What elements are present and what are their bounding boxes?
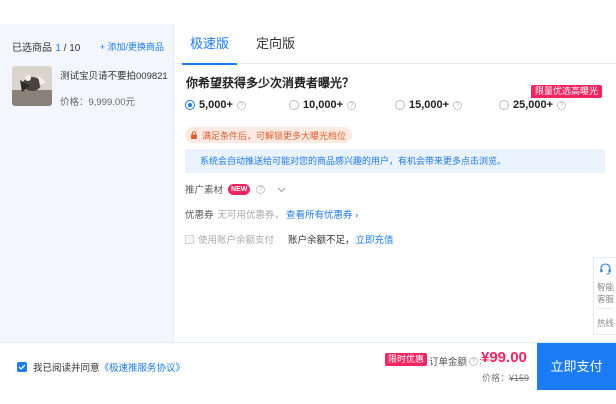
chevron-down-icon[interactable]	[277, 185, 286, 194]
add-change-product-link[interactable]: + 添加/更换商品	[100, 40, 164, 53]
help-icon[interactable]: ?	[557, 100, 567, 110]
selected-count: 已选商品 1 / 10	[12, 39, 80, 54]
product-thumbnail	[12, 66, 52, 106]
hotline-button[interactable]: 热线	[594, 318, 616, 329]
option-label: 10,000+	[303, 99, 344, 111]
agreement-text: 我已阅读并同意	[33, 363, 100, 374]
help-icon[interactable]: ?	[347, 100, 357, 110]
dialog: 已选商品 1 / 10 + 添加/更换商品 测试宝贝请不要拍009821 价格：…	[0, 0, 616, 404]
selected-products-header: 已选商品 1 / 10 + 添加/更换商品	[12, 38, 164, 54]
product-price: 价格：9,999.00元	[60, 97, 135, 108]
check-icon	[18, 364, 26, 370]
promo-material-label: 推广素材	[185, 185, 224, 196]
exposure-option-15000[interactable]: 15,000+ ?	[395, 97, 463, 113]
balance-insufficient-text: 账户余额不足，	[288, 235, 355, 246]
new-badge: NEW	[228, 183, 251, 195]
selected-label: 已选商品	[12, 42, 52, 54]
help-icon[interactable]: ?	[256, 184, 266, 194]
selected-products-panel: 已选商品 1 / 10 + 添加/更换商品 测试宝贝请不要拍009821 价格：…	[0, 24, 174, 342]
service-agreement-link[interactable]: 《极速推服务协议》	[100, 360, 186, 374]
original-price-value: ¥159	[509, 373, 530, 383]
checkout-bar: 我已阅读并同意 《极速推服务协议》 限时优惠 订单金额 ? : ¥99.00 价…	[0, 342, 616, 390]
help-icon[interactable]: ?	[469, 356, 479, 366]
agreement-checkbox[interactable]	[17, 362, 27, 372]
help-icon[interactable]: ?	[453, 100, 463, 110]
info-text: 系统会自动推送给可能对您的商品感兴趣的用户，有机会带来更多点击浏览。	[200, 156, 507, 166]
agreement-row[interactable]: 我已阅读并同意 《极速推服务协议》	[17, 360, 185, 374]
original-price-label: 价格：	[482, 373, 510, 383]
headset-icon[interactable]	[599, 262, 612, 275]
bottom-margin	[0, 390, 616, 404]
smart-service-line2[interactable]: 客服	[594, 294, 616, 305]
help-icon[interactable]: ?	[236, 100, 246, 110]
exposure-option-25000[interactable]: 25,000+ ?	[499, 97, 567, 113]
exposure-option-10000[interactable]: 10,000+ ?	[289, 97, 357, 113]
tab-express[interactable]: 极速版	[181, 24, 238, 65]
coupon-row: 优惠券 无可用优惠券， 查看所有优惠券 ›	[185, 207, 358, 221]
balance-checkbox-disabled	[185, 234, 194, 244]
promo-material-row[interactable]: 推广素材 NEW ?	[185, 182, 286, 196]
unlock-hint: 满足条件后，可解锁更多大曝光档位	[185, 127, 353, 143]
option-label: 15,000+	[409, 99, 450, 111]
limited-offer-badge: 限时优惠	[385, 353, 428, 366]
info-box: 系统会自动推送给可能对您的商品感兴趣的用户，有机会带来更多点击浏览。	[185, 149, 605, 173]
product-name: 测试宝贝请不要拍009821	[60, 71, 168, 82]
original-price: 价格：¥159	[482, 371, 529, 384]
smart-service-line1[interactable]: 智能	[594, 282, 616, 293]
radio-selected[interactable]	[185, 100, 195, 110]
tab-targeted[interactable]: 定向版	[256, 24, 295, 64]
order-amount-text: 订单金额	[429, 357, 468, 368]
unlock-text: 满足条件后，可解锁更多大曝光档位	[202, 130, 347, 141]
balance-label: 使用账户余额支付	[198, 235, 275, 246]
order-total: ¥99.00	[481, 349, 527, 366]
option-label: 5,000+	[199, 99, 233, 111]
coupon-none-text: 无可用优惠券，	[217, 210, 285, 221]
balance-row: 使用账户余额支付 账户余额不足， 立即充值	[185, 232, 394, 246]
radio[interactable]	[289, 100, 299, 110]
radio[interactable]	[499, 100, 509, 110]
radio[interactable]	[395, 100, 405, 110]
view-coupons-link[interactable]: 查看所有优惠券 ›	[286, 207, 358, 221]
pay-now-button[interactable]: 立即支付	[537, 343, 616, 390]
coupon-label: 优惠券	[185, 210, 214, 221]
exposure-option-5000[interactable]: 5,000+ ?	[185, 97, 246, 113]
tools-divider	[597, 308, 614, 309]
option-label: 25,000+	[513, 99, 554, 111]
recharge-link[interactable]: 立即充值	[356, 232, 394, 246]
order-amount-label: 订单金额 ? :	[429, 355, 482, 369]
lock-icon	[191, 131, 197, 139]
selected-total: / 10	[60, 42, 81, 54]
product-item: 测试宝贝请不要拍009821 价格：9,999.00元	[12, 66, 172, 110]
side-tools: 智能 客服 热线	[593, 257, 616, 335]
exposure-question: 你希望获得多少次消费者曝光？	[186, 76, 355, 90]
version-tabs: 极速版 定向版	[174, 24, 616, 65]
